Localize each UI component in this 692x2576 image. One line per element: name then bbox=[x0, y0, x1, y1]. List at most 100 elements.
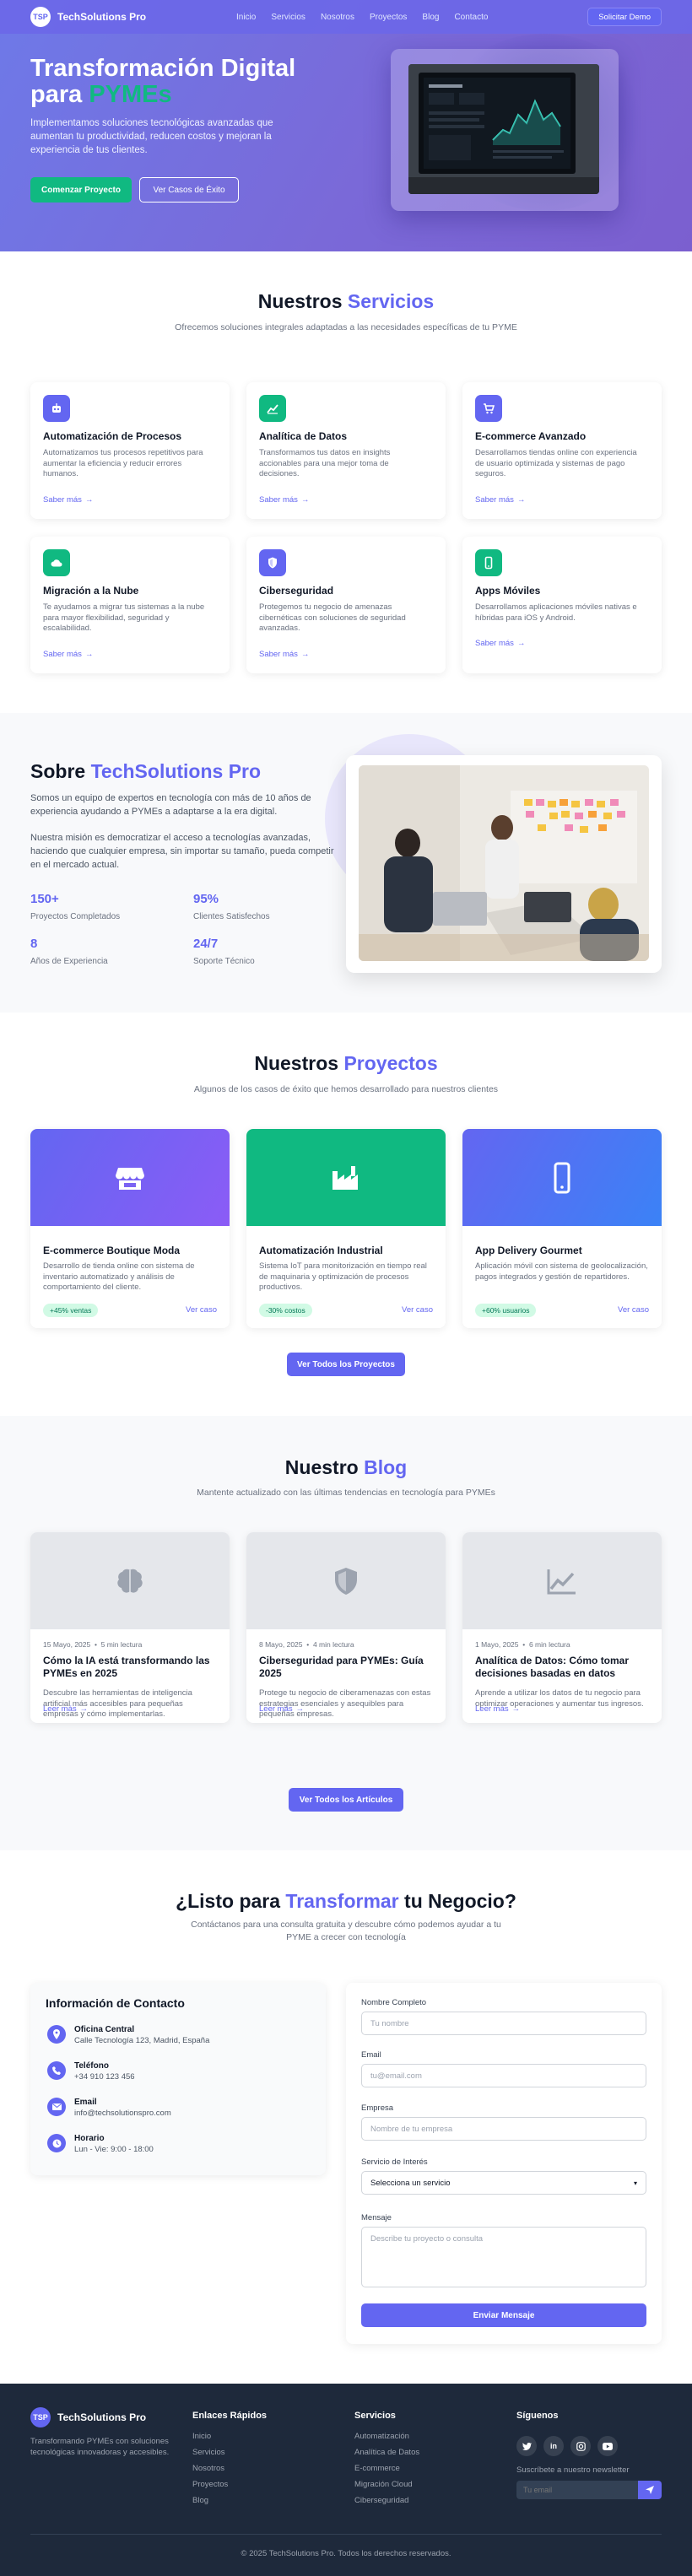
all-projects-button[interactable]: Ver Todos los Proyectos bbox=[287, 1353, 405, 1376]
service-more-link[interactable]: Saber más → bbox=[259, 495, 309, 505]
contact-info-label: Oficina Central bbox=[74, 2025, 135, 2034]
service-more-link[interactable]: Saber más → bbox=[43, 650, 93, 659]
name-input[interactable] bbox=[361, 2012, 646, 2035]
service-description: Transformamos tus datos en insights acci… bbox=[259, 448, 391, 478]
request-demo-button[interactable]: Solicitar Demo bbox=[587, 8, 662, 26]
clock-icon bbox=[47, 2134, 66, 2152]
location-icon bbox=[47, 2025, 66, 2044]
footer-link[interactable]: Inicio bbox=[192, 2432, 211, 2441]
project-description: Aplicación móvil con sistema de geolocal… bbox=[475, 1261, 648, 1282]
service-more-link[interactable]: Saber más → bbox=[43, 495, 93, 505]
message-label: Mensaje bbox=[361, 2213, 392, 2222]
footer-services-title: Servicios bbox=[354, 2411, 396, 2421]
service-title: Apps Móviles bbox=[475, 585, 541, 597]
message-textarea[interactable] bbox=[361, 2227, 646, 2287]
footer-service-link[interactable]: Automatización bbox=[354, 2432, 409, 2441]
contact-hours: Lun - Vie: 9:00 - 18:00 bbox=[74, 2145, 154, 2154]
footer-link[interactable]: Proyectos bbox=[192, 2480, 228, 2489]
project-result-badge: -30% costos bbox=[259, 1304, 312, 1317]
about-paragraph-1: Somos un equipo de expertos en tecnologí… bbox=[30, 793, 311, 817]
service-card: E-commerce Avanzado Desarrollamos tienda… bbox=[462, 382, 662, 519]
contact-phone[interactable]: +34 910 123 456 bbox=[74, 2072, 135, 2082]
footer-service-link[interactable]: Ciberseguridad bbox=[354, 2496, 408, 2505]
newsletter-email-input[interactable] bbox=[516, 2481, 638, 2499]
read-more-link[interactable]: Leer más → bbox=[475, 1704, 520, 1714]
send-message-button[interactable]: Enviar Mensaje bbox=[361, 2303, 646, 2327]
chart-line-icon bbox=[462, 1532, 662, 1629]
service-label: Servicio de Interés bbox=[361, 2157, 428, 2167]
contact-subtitle: Contáctanos para una consulta gratuita y… bbox=[191, 1920, 501, 1942]
read-more-link[interactable]: Leer más → bbox=[43, 1704, 88, 1714]
contact-email[interactable]: info@techsolutionspro.com bbox=[74, 2109, 171, 2118]
company-input[interactable] bbox=[361, 2117, 646, 2141]
footer-service-link[interactable]: E-commerce bbox=[354, 2464, 400, 2473]
footer-brand: TechSolutions Pro bbox=[57, 2411, 147, 2423]
footer-service-link[interactable]: Analítica de Datos bbox=[354, 2448, 419, 2457]
service-card: Analítica de Datos Transformamos tus dat… bbox=[246, 382, 446, 519]
linkedin-icon[interactable]: in bbox=[543, 2436, 564, 2456]
blog-post-title[interactable]: Ciberseguridad para PYMEs: Guía 2025 bbox=[259, 1655, 436, 1680]
blog-post-title[interactable]: Analítica de Datos: Cómo tomar decisione… bbox=[475, 1655, 652, 1680]
about-section: Sobre TechSolutions Pro Somos un equipo … bbox=[0, 713, 692, 1013]
service-card: Apps Móviles Desarrollamos aplicaciones … bbox=[462, 537, 662, 673]
success-cases-button[interactable]: Ver Casos de Éxito bbox=[139, 177, 239, 203]
blog-section: Nuestro Blog Mantente actualizado con la… bbox=[0, 1416, 692, 1850]
project-title: Automatización Industrial bbox=[259, 1245, 383, 1256]
nav-link-blog[interactable]: Blog bbox=[422, 13, 439, 22]
stat-value: 150+ bbox=[30, 892, 59, 906]
about-title: Sobre TechSolutions Pro bbox=[30, 760, 262, 782]
nav-link-proyectos[interactable]: Proyectos bbox=[370, 13, 407, 22]
view-case-link[interactable]: Ver caso bbox=[618, 1305, 649, 1315]
blog-card: 8 Mayo, 2025 • 4 min lectura Ciberseguri… bbox=[246, 1532, 446, 1723]
stat-label: Soporte Técnico bbox=[193, 957, 255, 966]
footer-link[interactable]: Blog bbox=[192, 2496, 208, 2505]
service-title: Ciberseguridad bbox=[259, 585, 334, 597]
robot-icon bbox=[43, 395, 70, 422]
nav-link-contacto[interactable]: Contacto bbox=[454, 13, 488, 22]
nav-link-nosotros[interactable]: Nosotros bbox=[321, 13, 354, 22]
all-articles-button[interactable]: Ver Todos los Artículos bbox=[289, 1788, 403, 1812]
service-select[interactable]: Selecciona un servicio ▾ bbox=[361, 2171, 646, 2195]
service-more-link[interactable]: Saber más → bbox=[259, 650, 309, 659]
read-more-link[interactable]: Leer más → bbox=[259, 1704, 304, 1714]
copyright: © 2025 TechSolutions Pro. Todos los dere… bbox=[241, 2549, 451, 2558]
youtube-icon[interactable] bbox=[597, 2436, 618, 2456]
projects-title: Nuestros Proyectos bbox=[254, 1052, 438, 1074]
blog-post-title[interactable]: Cómo la IA está transformando las PYMEs … bbox=[43, 1655, 220, 1680]
brand-logo[interactable]: TSP TechSolutions Pro bbox=[30, 7, 146, 27]
shield-icon bbox=[259, 549, 286, 576]
arrow-right-icon: → bbox=[84, 650, 94, 659]
footer-link[interactable]: Servicios bbox=[192, 2448, 225, 2457]
nav-link-inicio[interactable]: Inicio bbox=[236, 13, 256, 22]
arrow-right-icon: → bbox=[511, 1704, 521, 1714]
view-case-link[interactable]: Ver caso bbox=[402, 1305, 433, 1315]
contact-info-label: Horario bbox=[74, 2134, 105, 2143]
arrow-right-icon: → bbox=[84, 495, 94, 505]
view-case-link[interactable]: Ver caso bbox=[186, 1305, 217, 1315]
footer-logo[interactable]: TSP TechSolutions Pro bbox=[30, 2407, 146, 2427]
footer-divider bbox=[30, 2534, 662, 2535]
shield-icon bbox=[246, 1532, 446, 1629]
footer-logo-badge: TSP bbox=[30, 2407, 51, 2427]
stat-label: Clientes Satisfechos bbox=[193, 912, 270, 921]
newsletter-send-button[interactable] bbox=[638, 2481, 662, 2499]
blog-card: 1 Mayo, 2025 • 6 min lectura Analítica d… bbox=[462, 1532, 662, 1723]
twitter-icon[interactable] bbox=[516, 2436, 537, 2456]
shopping-cart-icon bbox=[475, 395, 502, 422]
instagram-icon[interactable] bbox=[570, 2436, 591, 2456]
mobile-icon bbox=[475, 549, 502, 576]
arrow-right-icon: → bbox=[300, 495, 310, 505]
contact-info-label: Email bbox=[74, 2098, 97, 2107]
chevron-down-icon: ▾ bbox=[633, 2179, 637, 2187]
footer-service-link[interactable]: Migración Cloud bbox=[354, 2480, 413, 2489]
nav-link-servicios[interactable]: Servicios bbox=[271, 13, 305, 22]
email-input[interactable] bbox=[361, 2064, 646, 2087]
service-more-link[interactable]: Saber más → bbox=[475, 639, 525, 648]
start-project-button[interactable]: Comenzar Proyecto bbox=[30, 177, 132, 203]
contact-title: ¿Listo para Transformar tu Negocio? bbox=[176, 1890, 516, 1912]
footer-link[interactable]: Nosotros bbox=[192, 2464, 224, 2473]
cloud-icon bbox=[43, 549, 70, 576]
service-more-link[interactable]: Saber más → bbox=[475, 495, 525, 505]
hero-title: Transformación Digital para PYMEs bbox=[30, 55, 296, 108]
service-select-value: Selecciona un servicio bbox=[370, 2178, 451, 2188]
